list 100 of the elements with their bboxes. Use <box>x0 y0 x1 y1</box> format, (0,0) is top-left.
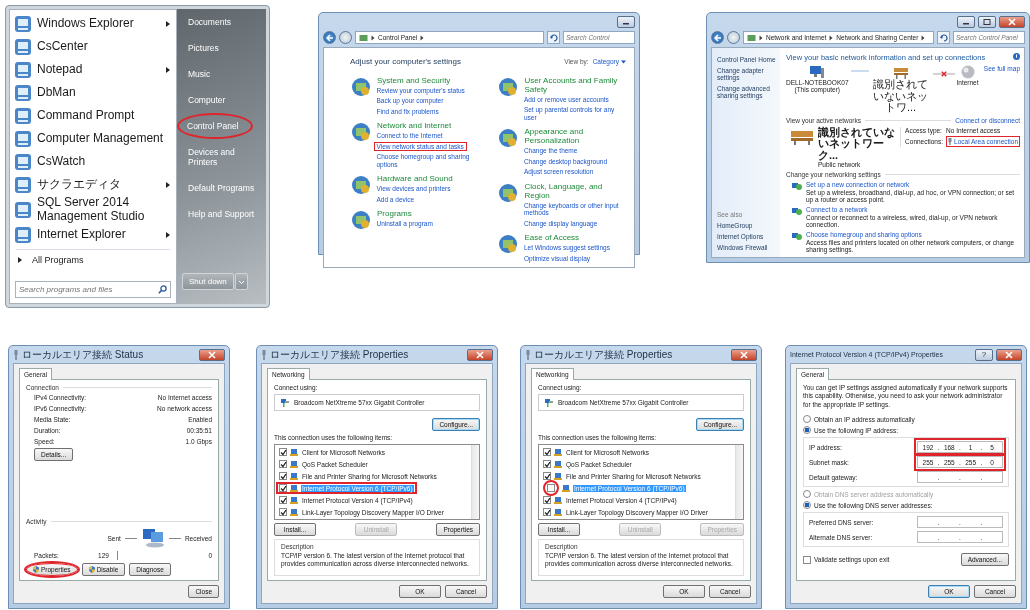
checkbox[interactable] <box>543 460 551 468</box>
category-title[interactable]: User Accounts and Family Safety <box>524 76 626 94</box>
close-button[interactable] <box>996 348 1022 361</box>
category-title[interactable]: Ease of Access <box>524 233 613 243</box>
menu-item[interactable]: Control Panel <box>177 113 253 139</box>
radio-button[interactable] <box>803 501 811 510</box>
program-item[interactable]: CsCenter <box>10 35 176 58</box>
network-plug-icon <box>525 349 531 360</box>
close-button[interactable] <box>199 348 225 361</box>
search-field[interactable]: Search programs and files <box>15 281 171 298</box>
network-adapter-icon <box>280 398 289 407</box>
vertical-scrollbar[interactable] <box>471 445 479 519</box>
checkbox[interactable] <box>547 484 555 492</box>
category-icon <box>497 181 520 204</box>
program-item[interactable]: Notepad <box>10 58 176 81</box>
checkbox[interactable] <box>543 496 551 504</box>
network-folder-icon <box>359 33 368 42</box>
network-plug-icon <box>13 349 19 360</box>
checkbox[interactable] <box>543 508 551 516</box>
program-item[interactable]: Computer Management <box>10 127 176 150</box>
category-title[interactable]: System and Security <box>377 76 468 85</box>
category-title[interactable]: Hardware and Sound <box>377 174 454 184</box>
checkbox[interactable] <box>279 508 287 516</box>
help-icon <box>1013 53 1020 60</box>
maximize-icon <box>983 18 991 25</box>
program-item[interactable]: Internet Explorer <box>10 223 176 247</box>
menu-item[interactable]: Computer <box>182 87 232 113</box>
menu-item[interactable]: Pictures <box>182 35 225 61</box>
back-button[interactable] <box>323 31 336 44</box>
network-name: 識別されていないネットワ... <box>872 79 929 114</box>
category-title[interactable]: Programs <box>377 209 436 219</box>
component-icon <box>290 460 298 468</box>
category-icon <box>497 233 520 256</box>
close-button[interactable] <box>467 348 493 361</box>
program-item[interactable]: CsWatch <box>10 150 176 173</box>
vertical-scrollbar[interactable] <box>735 445 743 519</box>
program-item[interactable]: Command Prompt <box>10 104 176 127</box>
component-icon <box>554 472 562 480</box>
radio-button[interactable] <box>803 415 811 424</box>
radio-button[interactable] <box>803 426 811 435</box>
category-title[interactable]: Clock, Language, and Region <box>524 181 626 200</box>
program-item[interactable]: SQL Server 2014 Management Studio <box>10 196 176 224</box>
category-icon <box>497 127 520 150</box>
window-title: ローカルエリア接続 Properties <box>270 347 410 362</box>
program-item[interactable]: DbMan <box>10 81 176 104</box>
close-icon <box>475 349 485 360</box>
category-icon <box>350 209 372 232</box>
network-plug-icon <box>948 137 953 145</box>
component-icon <box>290 484 298 492</box>
checkbox[interactable] <box>279 460 287 468</box>
program-icon <box>14 60 32 79</box>
minimize-button[interactable] <box>617 15 635 28</box>
caret-icon <box>621 59 626 64</box>
network-task-icon <box>792 231 802 242</box>
computer-icon <box>809 65 826 79</box>
caret-icon <box>238 279 244 284</box>
refresh-button[interactable] <box>937 31 950 44</box>
bench-icon <box>892 65 909 79</box>
chevron-icon <box>371 34 375 41</box>
component-icon <box>554 460 562 468</box>
category-icon <box>497 76 520 98</box>
checkbox[interactable] <box>279 484 287 492</box>
forward-button[interactable] <box>339 31 352 44</box>
component-icon <box>562 484 570 492</box>
refresh-button[interactable] <box>547 31 560 44</box>
program-icon <box>14 152 32 171</box>
checkbox[interactable] <box>543 472 551 480</box>
menu-item[interactable]: Music <box>182 61 217 87</box>
maximize-button[interactable] <box>978 15 996 28</box>
category-title[interactable]: Appearance and Personalization <box>524 127 626 146</box>
program-icon <box>14 175 32 194</box>
items-list[interactable] <box>274 444 480 520</box>
category-title[interactable]: Network and Internet <box>377 121 492 131</box>
shield-icon <box>33 566 39 573</box>
program-item[interactable]: サクラエディタ <box>10 173 176 196</box>
close-icon <box>1004 349 1014 360</box>
window-title: ローカルエリア接続 Properties <box>534 347 674 362</box>
close-button[interactable] <box>999 15 1025 28</box>
network-adapter-icon <box>544 398 553 407</box>
forward-button[interactable] <box>727 31 740 44</box>
component-icon <box>554 508 562 516</box>
minimize-button[interactable] <box>957 15 975 28</box>
all-programs-item[interactable]: All Programs <box>10 251 176 268</box>
back-button[interactable] <box>711 31 724 44</box>
chevron-icon <box>829 34 834 41</box>
program-item[interactable]: Windows Explorer <box>10 12 176 35</box>
checkbox[interactable] <box>543 448 551 456</box>
close-button[interactable] <box>731 348 757 361</box>
search-icon <box>158 285 167 294</box>
program-icon <box>14 226 32 245</box>
menu-item[interactable]: Documents <box>182 9 237 35</box>
chevron-icon <box>420 34 425 41</box>
help-button[interactable]: ? <box>975 348 993 361</box>
items-list[interactable] <box>538 444 744 520</box>
program-icon <box>14 83 32 102</box>
checkbox[interactable] <box>279 448 287 456</box>
close-icon <box>207 349 217 360</box>
checkbox[interactable] <box>279 496 287 504</box>
category-icon <box>350 76 372 98</box>
checkbox[interactable] <box>279 472 287 480</box>
